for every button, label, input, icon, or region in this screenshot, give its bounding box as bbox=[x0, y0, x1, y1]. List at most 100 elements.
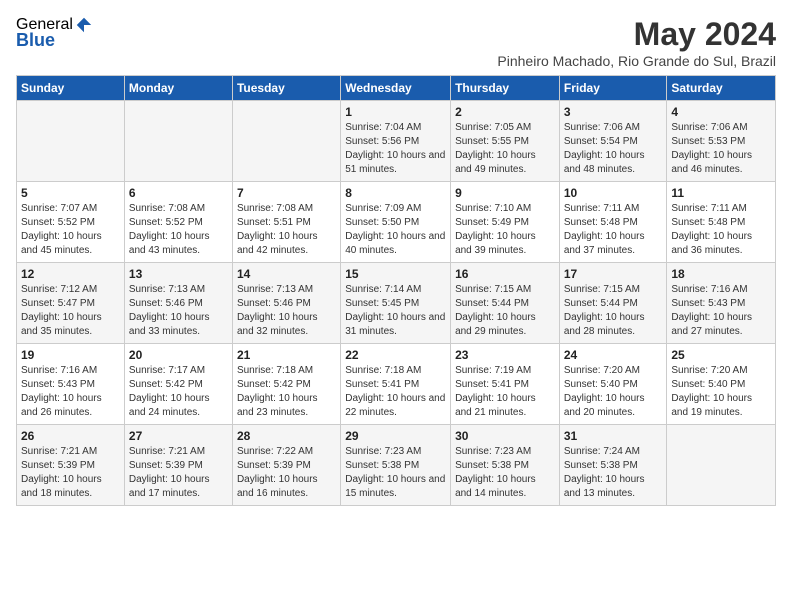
table-cell: 28 Sunrise: 7:22 AMSunset: 5:39 PMDayligh… bbox=[232, 425, 340, 506]
day-info: Sunrise: 7:16 AMSunset: 5:43 PMDaylight:… bbox=[21, 364, 120, 420]
table-cell: 26Sunrise: 7:21 AMSunset: 5:39 PMDayligh… bbox=[17, 425, 125, 506]
day-info: Sunrise: 7:09 AMSunset: 5:50 PMDaylight:… bbox=[345, 202, 446, 258]
table-cell: 7 Sunrise: 7:08 AMSunset: 5:51 PMDaylight… bbox=[232, 182, 340, 263]
header-saturday: Saturday bbox=[667, 76, 776, 101]
day-number: 1 bbox=[345, 105, 446, 119]
table-cell: 21 Sunrise: 7:18 AMSunset: 5:42 PMDayligh… bbox=[232, 344, 340, 425]
day-number: 8 bbox=[345, 186, 446, 200]
header-friday: Friday bbox=[559, 76, 667, 101]
day-info: Sunrise: 7:12 AMSunset: 5:47 PMDaylight:… bbox=[21, 283, 120, 339]
table-cell: 19 Sunrise: 7:16 AMSunset: 5:43 PMDayligh… bbox=[17, 344, 125, 425]
header-monday: Monday bbox=[124, 76, 232, 101]
table-cell: 23 Sunrise: 7:19 AMSunset: 5:41 PMDayligh… bbox=[451, 344, 560, 425]
table-cell bbox=[667, 425, 776, 506]
day-number: 18 bbox=[671, 267, 771, 281]
table-cell: 15 Sunrise: 7:14 AMSunset: 5:45 PMDayligh… bbox=[341, 263, 451, 344]
day-info: Sunrise: 7:18 AMSunset: 5:42 PMDaylight:… bbox=[237, 364, 336, 420]
week-row-2: 5Sunrise: 7:07 AMSunset: 5:52 PMDaylight… bbox=[17, 182, 776, 263]
day-info: Sunrise: 7:06 AMSunset: 5:53 PMDaylight:… bbox=[671, 121, 771, 177]
day-number: 22 bbox=[345, 348, 446, 362]
day-number: 21 bbox=[237, 348, 336, 362]
day-number: 15 bbox=[345, 267, 446, 281]
day-number: 30 bbox=[455, 429, 555, 443]
header-wednesday: Wednesday bbox=[341, 76, 451, 101]
table-cell: 29Sunrise: 7:23 AMSunset: 5:38 PMDayligh… bbox=[341, 425, 451, 506]
day-number: 7 bbox=[237, 186, 336, 200]
day-number: 27 bbox=[129, 429, 228, 443]
day-number: 2 bbox=[455, 105, 555, 119]
day-number: 23 bbox=[455, 348, 555, 362]
day-number: 10 bbox=[564, 186, 663, 200]
day-info: Sunrise: 7:04 AMSunset: 5:56 PMDaylight:… bbox=[345, 121, 446, 177]
day-number: 25 bbox=[671, 348, 771, 362]
week-row-4: 19 Sunrise: 7:16 AMSunset: 5:43 PMDayligh… bbox=[17, 344, 776, 425]
table-cell: 1 Sunrise: 7:04 AMSunset: 5:56 PMDaylight… bbox=[341, 101, 451, 182]
table-cell: 27 Sunrise: 7:21 AMSunset: 5:39 PMDayligh… bbox=[124, 425, 232, 506]
day-number: 6 bbox=[129, 186, 228, 200]
table-cell: 30 Sunrise: 7:23 AMSunset: 5:38 PMDayligh… bbox=[451, 425, 560, 506]
day-info: Sunrise: 7:05 AMSunset: 5:55 PMDaylight:… bbox=[455, 121, 555, 177]
table-cell: 17Sunrise: 7:15 AMSunset: 5:44 PMDayligh… bbox=[559, 263, 667, 344]
day-number: 3 bbox=[564, 105, 663, 119]
week-row-3: 12 Sunrise: 7:12 AMSunset: 5:47 PMDayligh… bbox=[17, 263, 776, 344]
day-info: Sunrise: 7:14 AMSunset: 5:45 PMDaylight:… bbox=[345, 283, 446, 339]
table-cell: 18 Sunrise: 7:16 AMSunset: 5:43 PMDayligh… bbox=[667, 263, 776, 344]
table-cell: 9 Sunrise: 7:10 AMSunset: 5:49 PMDaylight… bbox=[451, 182, 560, 263]
day-number: 19 bbox=[21, 348, 120, 362]
header-tuesday: Tuesday bbox=[232, 76, 340, 101]
day-info: Sunrise: 7:08 AMSunset: 5:51 PMDaylight:… bbox=[237, 202, 336, 258]
day-info: Sunrise: 7:20 AMSunset: 5:40 PMDaylight:… bbox=[671, 364, 771, 420]
table-cell: 5Sunrise: 7:07 AMSunset: 5:52 PMDaylight… bbox=[17, 182, 125, 263]
day-number: 9 bbox=[455, 186, 555, 200]
table-cell: 2 Sunrise: 7:05 AMSunset: 5:55 PMDaylight… bbox=[451, 101, 560, 182]
day-number: 11 bbox=[671, 186, 771, 200]
day-number: 29 bbox=[345, 429, 446, 443]
page-header: General Blue May 2024 Pinheiro Machado, … bbox=[16, 16, 776, 69]
day-info: Sunrise: 7:22 AMSunset: 5:39 PMDaylight:… bbox=[237, 445, 336, 501]
logo-blue-text: Blue bbox=[16, 30, 55, 51]
table-cell bbox=[232, 101, 340, 182]
table-cell bbox=[124, 101, 232, 182]
day-info: Sunrise: 7:11 AMSunset: 5:48 PMDaylight:… bbox=[671, 202, 771, 258]
header-sunday: Sunday bbox=[17, 76, 125, 101]
day-info: Sunrise: 7:18 AMSunset: 5:41 PMDaylight:… bbox=[345, 364, 446, 420]
day-number: 4 bbox=[671, 105, 771, 119]
table-cell: 3Sunrise: 7:06 AMSunset: 5:54 PMDaylight… bbox=[559, 101, 667, 182]
title-block: May 2024 Pinheiro Machado, Rio Grande do… bbox=[497, 16, 776, 69]
day-number: 31 bbox=[564, 429, 663, 443]
table-cell: 22 Sunrise: 7:18 AMSunset: 5:41 PMDayligh… bbox=[341, 344, 451, 425]
table-cell: 25 Sunrise: 7:20 AMSunset: 5:40 PMDayligh… bbox=[667, 344, 776, 425]
week-row-5: 26Sunrise: 7:21 AMSunset: 5:39 PMDayligh… bbox=[17, 425, 776, 506]
day-info: Sunrise: 7:10 AMSunset: 5:49 PMDaylight:… bbox=[455, 202, 555, 258]
day-info: Sunrise: 7:17 AMSunset: 5:42 PMDaylight:… bbox=[129, 364, 228, 420]
logo: General Blue bbox=[16, 16, 93, 51]
table-cell: 10 Sunrise: 7:11 AMSunset: 5:48 PMDayligh… bbox=[559, 182, 667, 263]
day-number: 17 bbox=[564, 267, 663, 281]
day-info: Sunrise: 7:20 AMSunset: 5:40 PMDaylight:… bbox=[564, 364, 663, 420]
table-cell: 4 Sunrise: 7:06 AMSunset: 5:53 PMDaylight… bbox=[667, 101, 776, 182]
day-number: 16 bbox=[455, 267, 555, 281]
day-info: Sunrise: 7:16 AMSunset: 5:43 PMDaylight:… bbox=[671, 283, 771, 339]
day-info: Sunrise: 7:07 AMSunset: 5:52 PMDaylight:… bbox=[21, 202, 120, 258]
day-info: Sunrise: 7:11 AMSunset: 5:48 PMDaylight:… bbox=[564, 202, 663, 258]
day-number: 28 bbox=[237, 429, 336, 443]
table-cell: 12 Sunrise: 7:12 AMSunset: 5:47 PMDayligh… bbox=[17, 263, 125, 344]
day-info: Sunrise: 7:23 AMSunset: 5:38 PMDaylight:… bbox=[455, 445, 555, 501]
location-title: Pinheiro Machado, Rio Grande do Sul, Bra… bbox=[497, 53, 776, 69]
table-cell: 13Sunrise: 7:13 AMSunset: 5:46 PMDayligh… bbox=[124, 263, 232, 344]
table-cell: 14Sunrise: 7:13 AMSunset: 5:46 PMDayligh… bbox=[232, 263, 340, 344]
calendar-table: SundayMondayTuesdayWednesdayThursdayFrid… bbox=[16, 75, 776, 506]
day-number: 20 bbox=[129, 348, 228, 362]
day-info: Sunrise: 7:15 AMSunset: 5:44 PMDaylight:… bbox=[455, 283, 555, 339]
table-cell: 20 Sunrise: 7:17 AMSunset: 5:42 PMDayligh… bbox=[124, 344, 232, 425]
day-number: 13 bbox=[129, 267, 228, 281]
day-info: Sunrise: 7:21 AMSunset: 5:39 PMDaylight:… bbox=[129, 445, 228, 501]
table-cell: 31Sunrise: 7:24 AMSunset: 5:38 PMDayligh… bbox=[559, 425, 667, 506]
header-thursday: Thursday bbox=[451, 76, 560, 101]
day-number: 12 bbox=[21, 267, 120, 281]
table-cell: 8 Sunrise: 7:09 AMSunset: 5:50 PMDaylight… bbox=[341, 182, 451, 263]
day-info: Sunrise: 7:19 AMSunset: 5:41 PMDaylight:… bbox=[455, 364, 555, 420]
day-info: Sunrise: 7:08 AMSunset: 5:52 PMDaylight:… bbox=[129, 202, 228, 258]
header-row: SundayMondayTuesdayWednesdayThursdayFrid… bbox=[17, 76, 776, 101]
table-cell: 6 Sunrise: 7:08 AMSunset: 5:52 PMDaylight… bbox=[124, 182, 232, 263]
